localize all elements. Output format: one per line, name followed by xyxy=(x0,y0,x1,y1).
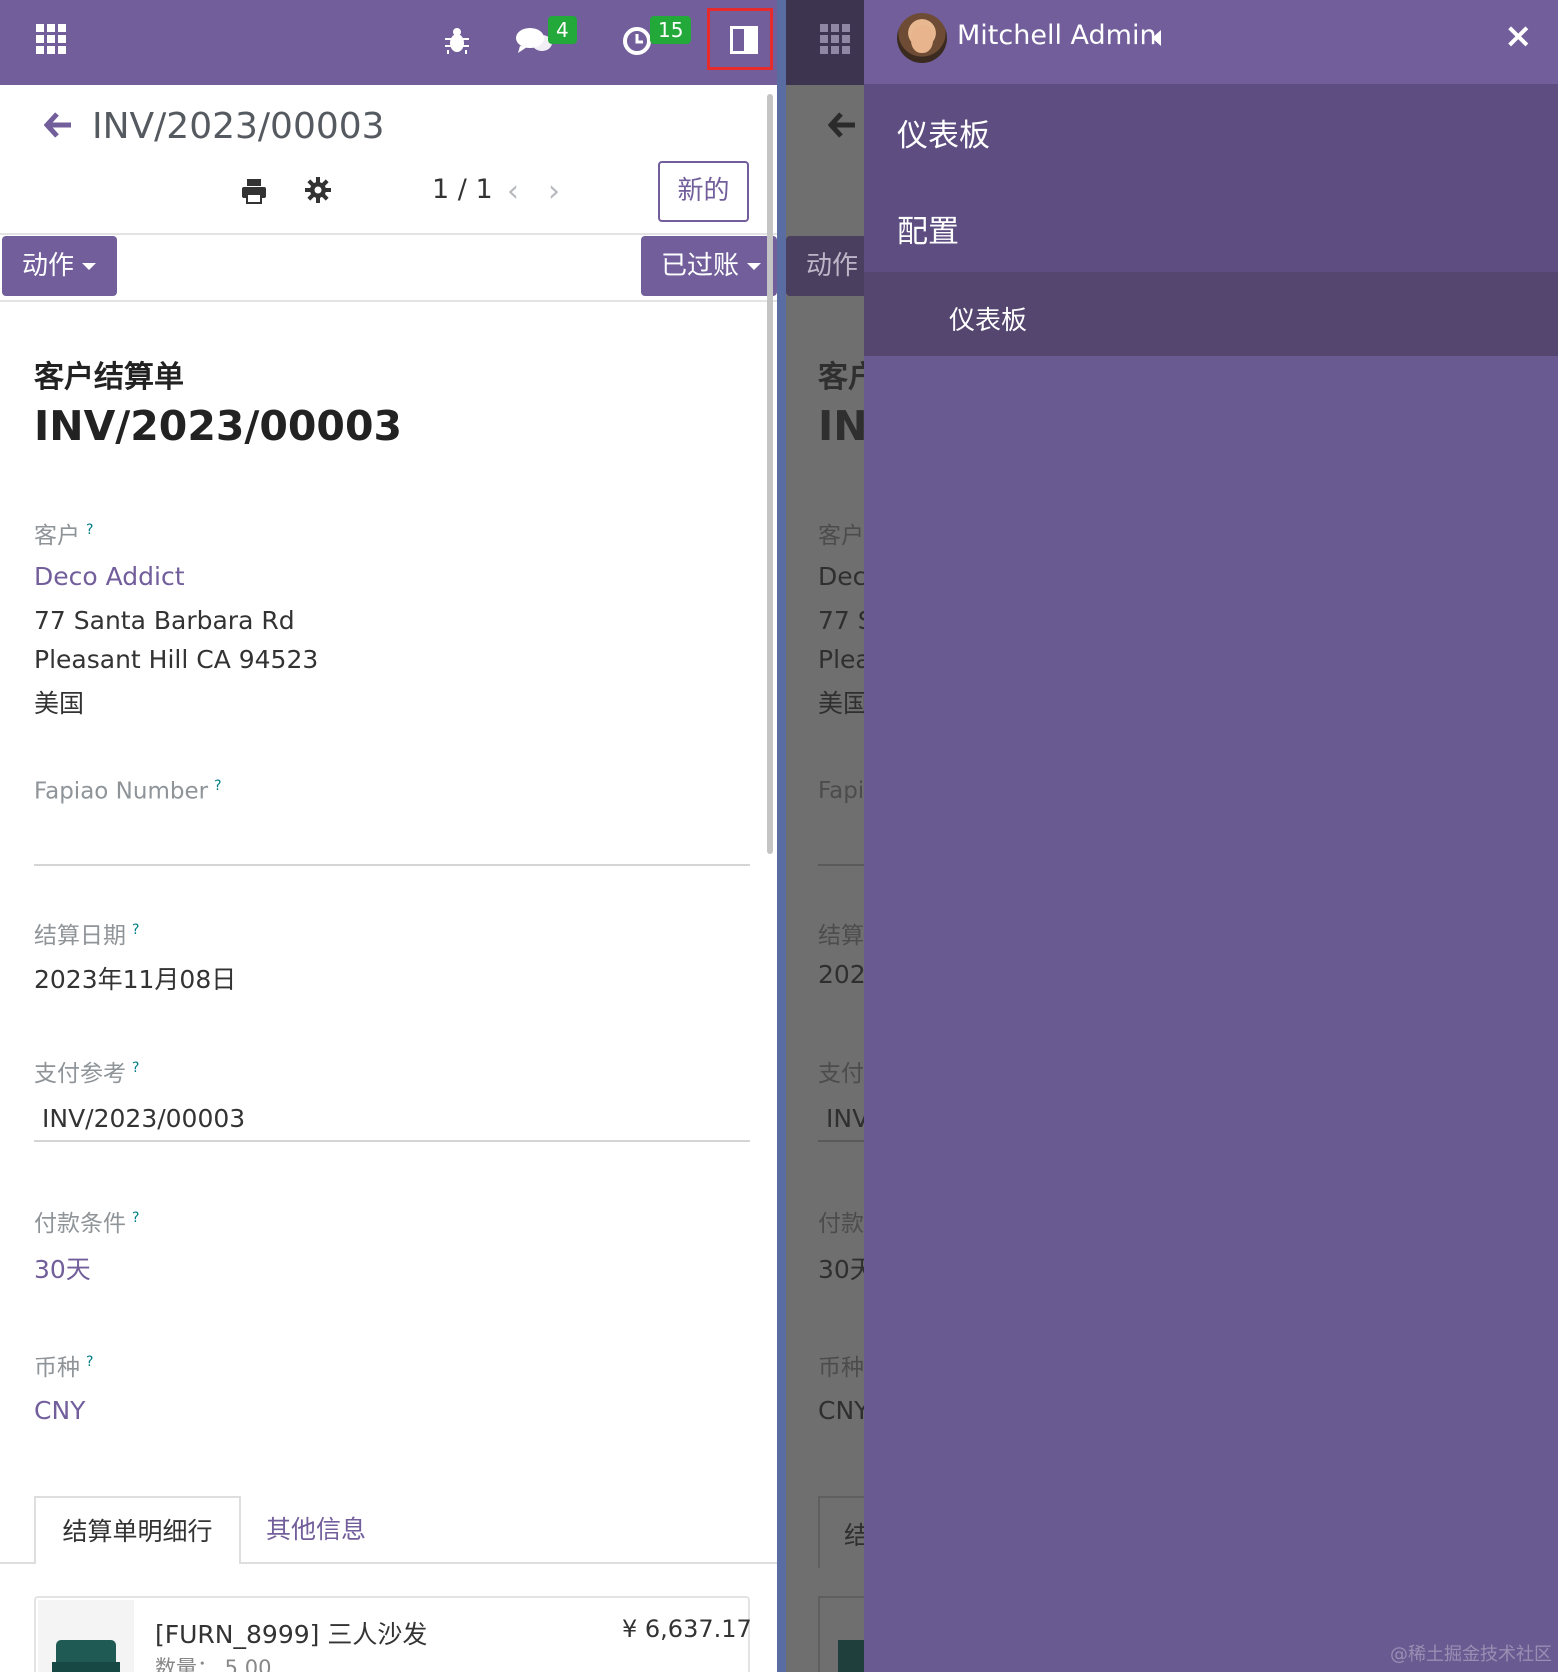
new-button[interactable]: 新的 xyxy=(658,161,749,222)
background-date-label: 结算 xyxy=(818,923,864,949)
background-doc-type: 客户 xyxy=(818,360,864,395)
state-dropdown-button[interactable]: 已过账 xyxy=(641,236,777,296)
background-underline xyxy=(818,1140,864,1142)
top-navbar: 4 15 xyxy=(0,0,777,85)
line-quantity: 数量： 5.00 xyxy=(155,1656,272,1672)
chat-icon[interactable] xyxy=(516,26,552,58)
currency-link[interactable]: CNY xyxy=(34,1396,85,1425)
user-name[interactable]: Mitchell Admin xyxy=(957,20,1157,51)
panel-divider xyxy=(777,0,786,1672)
sofa-image xyxy=(838,1640,864,1672)
help-icon[interactable]: ? xyxy=(132,1210,139,1226)
arrow-left-icon[interactable] xyxy=(43,112,72,142)
grid-icon xyxy=(820,24,850,58)
fapiao-number-field[interactable] xyxy=(34,864,750,866)
payment-terms-link[interactable]: 30天 xyxy=(34,1250,91,1286)
background-tab-label: 结 xyxy=(844,1521,864,1550)
background-country: 美国 xyxy=(818,689,864,718)
help-icon[interactable]: ? xyxy=(132,1060,139,1076)
background-address-2: Plea xyxy=(818,645,864,674)
fapiao-label: Fapiao Number? xyxy=(34,778,222,805)
background-underline xyxy=(818,864,864,866)
messages-count-badge: 4 xyxy=(548,16,577,44)
tab-other-info[interactable]: 其他信息 xyxy=(266,1496,366,1564)
clock-icon[interactable] xyxy=(622,26,652,60)
state-label: 已过账 xyxy=(661,251,740,281)
background-fapiao-label: Fapi xyxy=(818,778,864,804)
watermark: @稀土掘金技术社区 xyxy=(1390,1644,1552,1665)
background-customer-label: 客户 xyxy=(818,523,864,549)
app-menu-drawer: Mitchell Admin × 仪表板 配置 仪表板 xyxy=(864,0,1558,1672)
help-icon[interactable]: ? xyxy=(214,778,221,794)
background-address-1: 77 S xyxy=(818,606,864,635)
dimmed-background: 动作 客户 INV 客户 Dec 77 S Plea 美国 Fapi 结算 20… xyxy=(786,0,864,1672)
help-icon[interactable]: ? xyxy=(86,522,93,538)
drawer-header: Mitchell Admin × xyxy=(864,0,1558,84)
line-product-name: [FURN_8999] 三人沙发 xyxy=(155,1620,428,1649)
menu-item-dashboard[interactable]: 仪表板 xyxy=(897,110,990,155)
background-doc-name: INV xyxy=(818,402,864,450)
background-terms-label: 付款 xyxy=(818,1211,864,1237)
background-customer-name: Dec xyxy=(818,562,864,591)
document-type-title: 客户结算单 xyxy=(34,360,184,395)
submenu-item-dashboard[interactable]: 仪表板 xyxy=(949,300,1027,337)
avatar[interactable] xyxy=(897,13,947,63)
bug-icon[interactable] xyxy=(444,26,470,58)
arrow-left-icon xyxy=(827,112,856,142)
menu-item-configuration-row[interactable] xyxy=(864,172,1558,272)
background-ref-label: 支付 xyxy=(818,1061,864,1087)
breadcrumb-record-title: INV/2023/00003 xyxy=(92,106,385,147)
background-currency-label: 币种 xyxy=(818,1355,864,1381)
close-icon[interactable]: × xyxy=(1504,16,1533,56)
background-line-card xyxy=(818,1596,864,1672)
caret-down-icon xyxy=(747,263,762,270)
customer-link[interactable]: Deco Addict xyxy=(34,562,185,591)
invoice-date-label: 结算日期? xyxy=(34,922,140,949)
background-topbar xyxy=(786,0,864,85)
form-panel: 4 15 INV/2023/00003 1 / 1 ‹ › 新的 动作 已过账 … xyxy=(0,0,777,1672)
caret-down-icon xyxy=(82,263,97,270)
caret-left-icon[interactable] xyxy=(1152,30,1161,46)
print-icon[interactable] xyxy=(241,178,267,208)
help-icon[interactable]: ? xyxy=(86,1354,93,1370)
background-action-button: 动作 xyxy=(786,236,864,296)
invoice-date-value: 2023年11月08日 xyxy=(34,965,237,994)
grid-icon[interactable] xyxy=(36,24,66,58)
background-currency: CNY xyxy=(818,1396,864,1425)
pager-value[interactable]: 1 / 1 xyxy=(432,174,493,205)
gear-icon[interactable] xyxy=(305,177,331,207)
menu-item-configuration[interactable]: 配置 xyxy=(897,206,959,251)
action-label: 动作 xyxy=(22,251,75,281)
payment-reference-underline xyxy=(34,1140,750,1142)
address-country: 美国 xyxy=(34,689,85,718)
background-ref: INV xyxy=(826,1104,864,1133)
help-icon[interactable]: ? xyxy=(132,922,139,938)
scrollbar[interactable] xyxy=(767,94,773,854)
currency-label: 币种? xyxy=(34,1354,94,1381)
payment-terms-label: 付款条件? xyxy=(34,1210,140,1237)
sidebar-toggle-highlight[interactable] xyxy=(707,8,773,70)
customer-label: 客户? xyxy=(34,522,94,549)
product-thumbnail xyxy=(38,1600,134,1672)
pager-next-button[interactable]: › xyxy=(548,174,560,209)
pager-previous-button[interactable]: ‹ xyxy=(507,174,519,209)
address-line-2: Pleasant Hill CA 94523 xyxy=(34,645,319,674)
activities-count-badge: 15 xyxy=(650,16,692,44)
document-name: INV/2023/00003 xyxy=(34,402,402,450)
payment-reference-label: 支付参考? xyxy=(34,1060,140,1087)
payment-reference-field[interactable]: INV/2023/00003 xyxy=(42,1104,245,1133)
tab-invoice-lines[interactable]: 结算单明细行 xyxy=(34,1496,241,1564)
background-terms: 30天 xyxy=(818,1255,864,1284)
background-date: 202 xyxy=(818,960,864,989)
action-dropdown-button[interactable]: 动作 xyxy=(2,236,117,296)
address-line-1: 77 Santa Barbara Rd xyxy=(34,606,295,635)
line-price: ¥ 6,637.17 xyxy=(622,1615,752,1643)
